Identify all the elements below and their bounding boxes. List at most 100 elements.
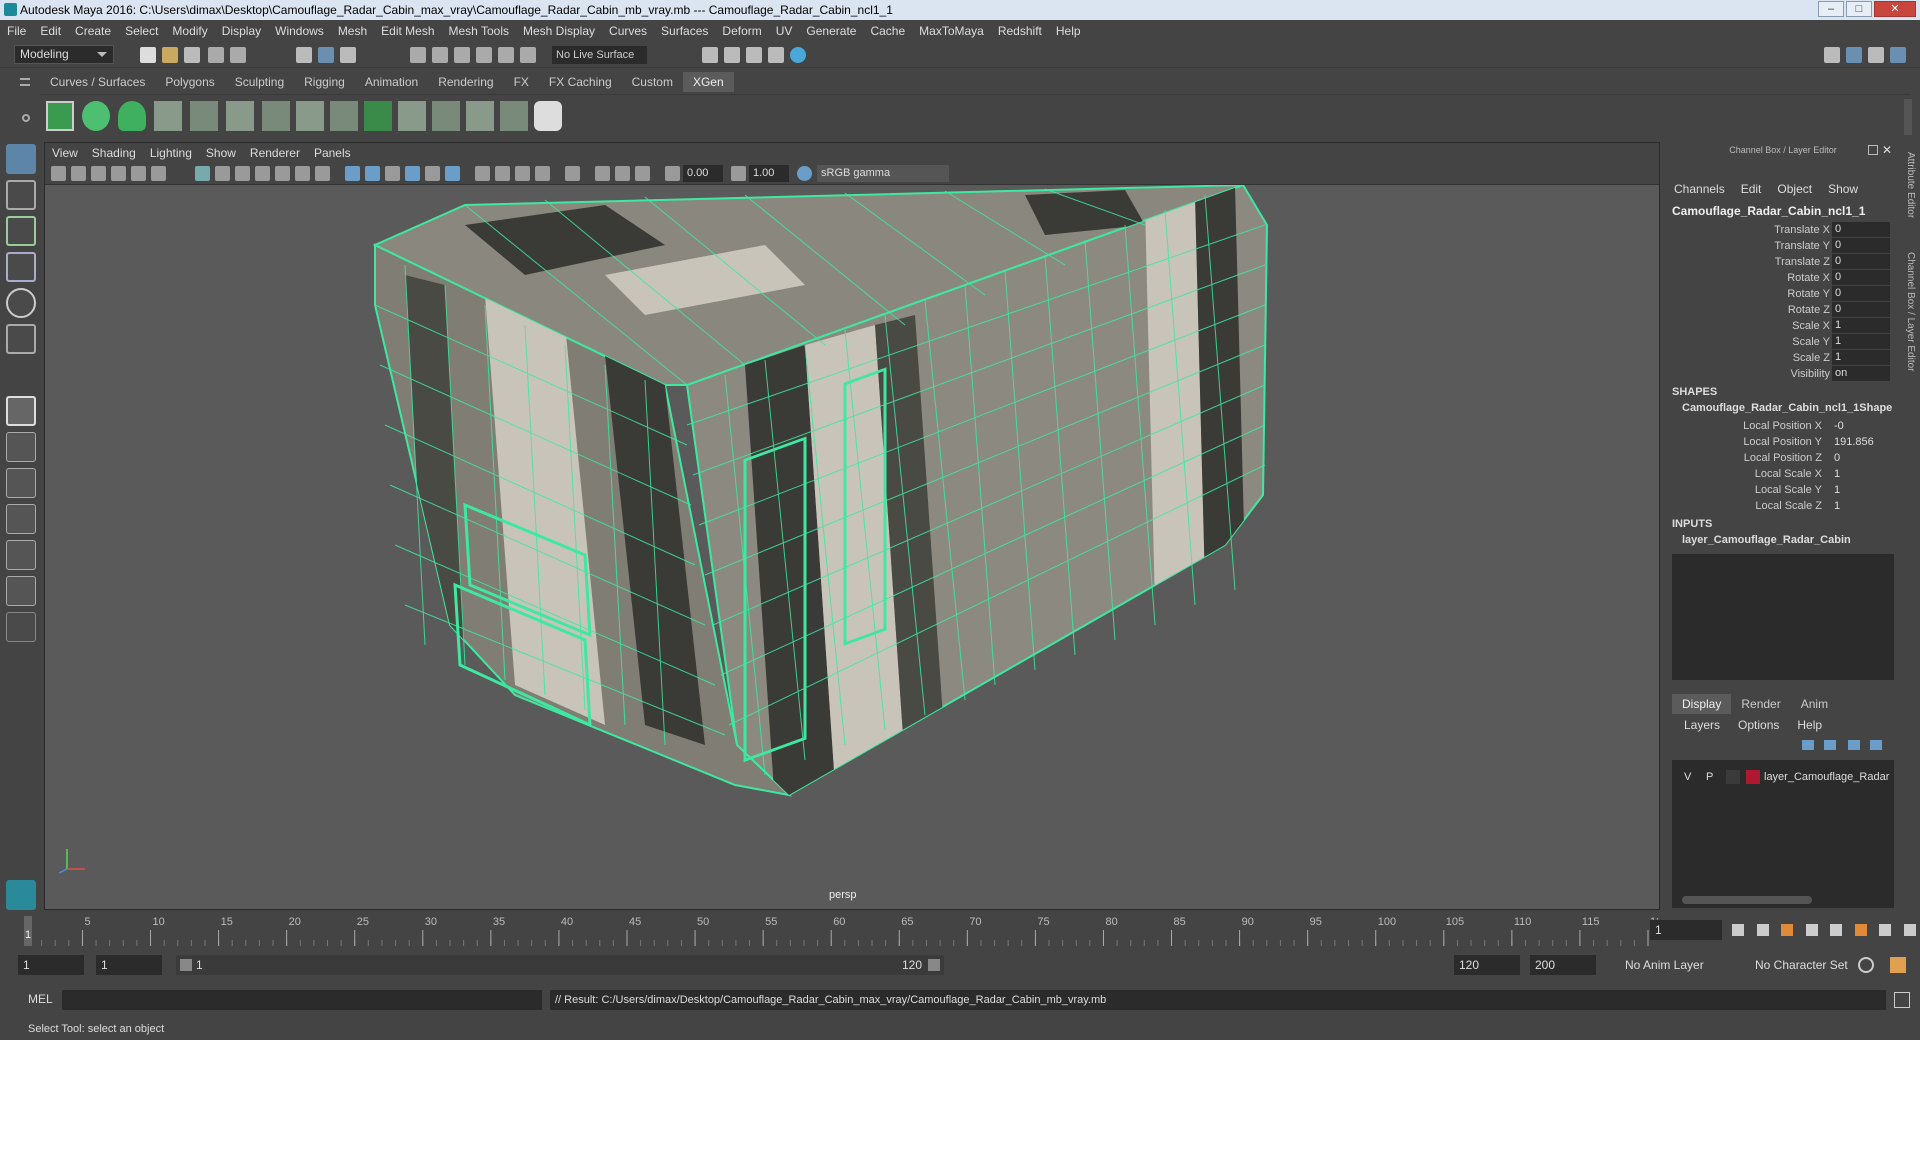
xgen-editor-icon[interactable] (46, 101, 74, 131)
current-frame-field[interactable]: 1 (1650, 920, 1722, 940)
attr-label[interactable]: Visibility (1790, 366, 1830, 382)
smooth-shade-icon[interactable] (365, 166, 380, 181)
undo-icon[interactable] (208, 47, 224, 63)
attr-value[interactable]: 0 (1832, 286, 1890, 301)
xray-components-icon[interactable] (635, 166, 650, 181)
shadows-icon[interactable] (475, 166, 490, 181)
menu-generate[interactable]: Generate (799, 20, 863, 42)
color-space-dropdown[interactable]: sRGB gamma (817, 165, 949, 182)
range-handle-end[interactable] (928, 959, 940, 971)
rotate-tool-icon[interactable] (6, 288, 36, 318)
bookmark-icon[interactable] (91, 166, 106, 181)
attr-label[interactable]: Translate Z (1775, 254, 1830, 270)
step-back-key-icon[interactable] (1781, 924, 1794, 936)
menu-mesh-display[interactable]: Mesh Display (516, 20, 602, 42)
shape-name[interactable]: Camouflage_Radar_Cabin_ncl1_1Shape (1682, 402, 1892, 414)
step-back-frame-icon[interactable] (1756, 924, 1769, 936)
tab-xgen[interactable]: XGen (682, 72, 734, 92)
shape-attr-label[interactable]: Local Position Y (1743, 434, 1822, 450)
layout-two-icon[interactable] (6, 468, 36, 498)
side-tab-channel-box[interactable]: Channel Box / Layer Editor (1905, 252, 1916, 372)
end-time-field[interactable]: 200 (1530, 955, 1596, 975)
animation-prefs-icon[interactable] (1890, 957, 1906, 973)
save-scene-icon[interactable] (184, 47, 200, 63)
ambient-occlusion-icon[interactable] (495, 166, 510, 181)
move-tool-icon[interactable] (6, 252, 36, 282)
tab-fx-caching[interactable]: FX Caching (539, 72, 622, 92)
lasso-tool-icon[interactable] (6, 180, 36, 210)
snap-grid-icon[interactable] (410, 47, 426, 63)
layer-row[interactable]: V P layer_Camouflage_Radar (1678, 768, 1890, 786)
grease-pencil-icon[interactable] (151, 166, 166, 181)
step-forward-frame-icon[interactable] (1879, 924, 1892, 936)
range-handle-start[interactable] (180, 959, 192, 971)
xgen-create-description-icon[interactable] (118, 101, 146, 131)
lock-guides-icon[interactable] (296, 101, 324, 131)
safe-title-icon[interactable] (315, 166, 330, 181)
xray-icon[interactable] (595, 166, 610, 181)
snap-curve-icon[interactable] (432, 47, 448, 63)
menu-uv[interactable]: UV (769, 20, 800, 42)
move-layer-up-icon[interactable] (1802, 740, 1814, 750)
float-panel-icon[interactable] (1868, 145, 1878, 155)
menu-file[interactable]: File (0, 20, 33, 42)
shelf-settings-icon[interactable] (22, 114, 30, 122)
redo-icon[interactable] (230, 47, 246, 63)
maya-home-icon[interactable] (6, 880, 36, 910)
grass-icon[interactable] (432, 101, 460, 131)
render-settings-icon[interactable] (746, 47, 762, 63)
menu-maxtomaya[interactable]: MaxToMaya (912, 20, 991, 42)
attr-value[interactable]: 0 (1832, 270, 1890, 285)
shape-attr-value[interactable]: -0 (1834, 418, 1844, 434)
menu-deform[interactable]: Deform (715, 20, 768, 42)
layer-color-swatch[interactable] (1746, 770, 1760, 784)
menu-redshift[interactable]: Redshift (991, 20, 1049, 42)
menu-create[interactable]: Create (68, 20, 118, 42)
menu-edit-mesh[interactable]: Edit Mesh (374, 20, 441, 42)
tab-fx[interactable]: FX (504, 72, 539, 92)
shelf-scroll-icon[interactable] (1904, 99, 1912, 135)
attr-label[interactable]: Rotate Z (1788, 302, 1830, 318)
sculpt-guides-icon[interactable] (262, 101, 290, 131)
minimize-button[interactable]: – (1818, 1, 1844, 17)
gamma-icon[interactable] (731, 166, 746, 181)
live-surface-field[interactable]: No Live Surface (552, 46, 647, 64)
panel-menu-panels[interactable]: Panels (307, 143, 358, 163)
playback-start-field[interactable]: 1 (96, 955, 162, 975)
auto-key-icon[interactable] (1858, 957, 1874, 973)
start-time-field[interactable]: 1 (18, 955, 84, 975)
layers-icon[interactable] (364, 101, 392, 131)
attr-value[interactable]: 0 (1832, 254, 1890, 269)
shape-attr-value[interactable]: 1 (1834, 482, 1840, 498)
select-object-icon[interactable] (318, 47, 334, 63)
layout-outliner-icon[interactable] (6, 504, 36, 534)
attr-value[interactable]: 0 (1832, 238, 1890, 253)
tab-curves-surfaces[interactable]: Curves / Surfaces (40, 72, 155, 92)
tab-render[interactable]: Render (1731, 694, 1790, 714)
modeling-toolkit-icon[interactable] (1824, 47, 1840, 63)
ipr-render-icon[interactable] (724, 47, 740, 63)
xray-joints-icon[interactable] (615, 166, 630, 181)
attr-value[interactable]: 1 (1832, 318, 1890, 333)
new-layer-selected-icon[interactable] (1870, 740, 1882, 750)
add-guide-icon[interactable] (190, 101, 218, 131)
panel-menu-lighting[interactable]: Lighting (143, 143, 199, 163)
menu-modify[interactable]: Modify (165, 20, 214, 42)
shape-attr-label[interactable]: Local Position Z (1744, 450, 1822, 466)
resolution-gate-icon[interactable] (235, 166, 250, 181)
layer-help-menu[interactable]: Help (1797, 718, 1822, 732)
object-name[interactable]: Camouflage_Radar_Cabin_ncl1_1 (1672, 204, 1865, 218)
tab-polygons[interactable]: Polygons (155, 72, 224, 92)
menu-windows[interactable]: Windows (268, 20, 331, 42)
tab-anim[interactable]: Anim (1791, 694, 1838, 714)
play-forwards-icon[interactable] (1830, 924, 1843, 936)
side-tab-attribute-editor[interactable]: Attribute Editor (1905, 152, 1916, 218)
tab-animation[interactable]: Animation (355, 72, 428, 92)
input-name[interactable]: layer_Camouflage_Radar_Cabin (1682, 534, 1851, 546)
attr-label[interactable]: Rotate Y (1787, 286, 1830, 302)
layer-scrollbar[interactable] (1682, 896, 1812, 904)
tab-rigging[interactable]: Rigging (294, 72, 355, 92)
attr-value[interactable]: 1 (1832, 350, 1890, 365)
menu-help[interactable]: Help (1049, 20, 1088, 42)
shelf-menu-icon[interactable] (20, 78, 30, 86)
